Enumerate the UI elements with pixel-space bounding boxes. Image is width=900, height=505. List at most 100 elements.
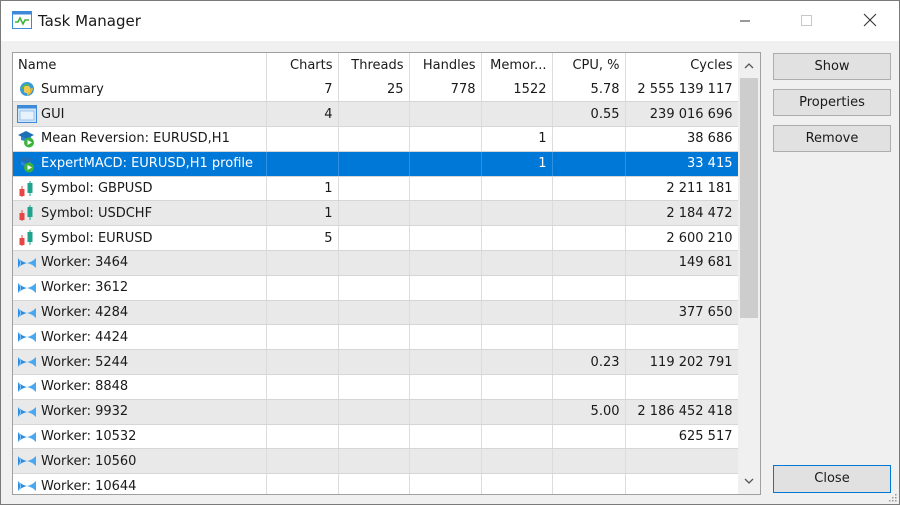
table-row[interactable]: Symbol: EURUSD 5 2 600 210 xyxy=(13,225,739,252)
properties-button[interactable]: Properties xyxy=(773,89,891,116)
cell-handles xyxy=(409,448,482,475)
cell-cpu xyxy=(552,324,626,351)
cell-cycles: 119 202 791 xyxy=(625,349,739,376)
remove-button[interactable]: Remove xyxy=(773,125,891,152)
column-header-threads[interactable]: Threads xyxy=(338,53,410,77)
cell-handles: 778 xyxy=(409,77,482,103)
task-table: Name Charts Threads Handles Memor... CPU… xyxy=(13,53,739,494)
cell-charts xyxy=(266,448,339,475)
scroll-down-button[interactable] xyxy=(738,470,760,492)
maximize-button[interactable] xyxy=(783,1,829,41)
table-row[interactable]: Worker: 3464 149 681 xyxy=(13,250,739,276)
cell-name: Symbol: USDCHF xyxy=(13,200,267,227)
cell-threads xyxy=(338,126,410,152)
table-row[interactable]: Worker: 8848 xyxy=(13,374,739,400)
window-title: Task Manager xyxy=(38,12,141,30)
row-name-label: Worker: 4424 xyxy=(41,329,129,345)
cell-memory xyxy=(481,250,553,276)
scrollbar-thumb[interactable] xyxy=(740,78,758,318)
row-name-label: Worker: 10560 xyxy=(41,453,137,469)
chevron-up-icon xyxy=(744,63,754,69)
cell-cpu: 0.55 xyxy=(552,101,626,128)
cell-name: Worker: 10644 xyxy=(13,473,267,494)
scroll-up-button[interactable] xyxy=(738,55,760,77)
cell-charts xyxy=(266,126,339,152)
cell-charts xyxy=(266,250,339,276)
close-window-button[interactable] xyxy=(847,1,893,41)
table-row[interactable]: GUI 4 0.55 239 016 696 xyxy=(13,101,739,128)
cell-charts xyxy=(266,473,339,494)
column-header-handles[interactable]: Handles xyxy=(409,53,482,77)
minimize-icon xyxy=(740,20,750,22)
cell-name: Worker: 8848 xyxy=(13,374,267,400)
column-header-cycles[interactable]: Cycles xyxy=(625,53,739,77)
cell-cpu xyxy=(552,176,626,202)
table-row[interactable]: Summary 7 25 778 1522 5.78 2 555 139 117 xyxy=(13,77,739,103)
candlestick-icon xyxy=(17,204,37,222)
cell-threads xyxy=(338,151,410,177)
table-row[interactable]: Worker: 9932 5.00 2 186 452 418 xyxy=(13,399,739,425)
table-row[interactable]: Symbol: USDCHF 1 2 184 472 xyxy=(13,200,739,227)
summary-icon xyxy=(17,80,37,98)
vertical-scrollbar[interactable] xyxy=(738,53,760,494)
close-button[interactable]: Close xyxy=(773,465,891,493)
name-wrapper: Worker: 4284 xyxy=(17,304,261,322)
show-button[interactable]: Show xyxy=(773,53,891,80)
row-name-label: Worker: 3464 xyxy=(41,255,129,271)
cell-handles xyxy=(409,176,482,202)
table-row[interactable]: Worker: 5244 0.23 119 202 791 xyxy=(13,349,739,376)
table-row[interactable]: Worker: 10560 xyxy=(13,448,739,475)
name-wrapper: Worker: 10532 xyxy=(17,428,261,446)
cell-name: Worker: 4424 xyxy=(13,324,267,351)
row-name-label: Symbol: EURUSD xyxy=(41,230,153,246)
cell-name: Worker: 10532 xyxy=(13,424,267,450)
cell-name: ExpertMACD: EURUSD,H1 profile xyxy=(13,151,267,177)
table-row[interactable]: Worker: 10644 xyxy=(13,473,739,494)
table-row[interactable]: Symbol: GBPUSD 1 2 211 181 xyxy=(13,176,739,202)
cell-threads xyxy=(338,176,410,202)
name-wrapper: Mean Reversion: EURUSD,H1 xyxy=(17,130,261,148)
cell-memory xyxy=(481,374,553,400)
cell-charts xyxy=(266,349,339,376)
cell-memory xyxy=(481,300,553,326)
row-name-label: Worker: 4284 xyxy=(41,305,129,321)
column-header-memory[interactable]: Memor... xyxy=(481,53,553,77)
cell-name: Summary xyxy=(13,77,267,103)
cell-memory xyxy=(481,176,553,202)
cell-memory: 1 xyxy=(481,151,553,177)
name-wrapper: Worker: 10644 xyxy=(17,477,261,494)
table-row[interactable]: Worker: 4424 xyxy=(13,324,739,351)
cell-cycles: 38 686 xyxy=(625,126,739,152)
table-row[interactable]: Mean Reversion: EURUSD,H1 1 38 686 xyxy=(13,126,739,152)
cell-handles xyxy=(409,126,482,152)
cell-cpu xyxy=(552,200,626,227)
table-row[interactable]: Worker: 10532 625 517 xyxy=(13,424,739,450)
cell-name: Worker: 5244 xyxy=(13,349,267,376)
cell-charts xyxy=(266,324,339,351)
column-header-name[interactable]: Name xyxy=(13,53,267,77)
cell-charts: 7 xyxy=(266,77,339,103)
cell-handles xyxy=(409,324,482,351)
table-row[interactable]: Worker: 3612 xyxy=(13,275,739,301)
cell-threads xyxy=(338,349,410,376)
expert-advisor-icon xyxy=(17,130,37,148)
name-wrapper: Summary xyxy=(17,80,261,98)
minimize-button[interactable] xyxy=(722,1,768,41)
cell-threads xyxy=(338,399,410,425)
cell-memory: 1522 xyxy=(481,77,553,103)
cell-handles xyxy=(409,275,482,301)
cell-cycles xyxy=(625,374,739,400)
worker-icon xyxy=(17,353,37,371)
worker-icon xyxy=(17,403,37,421)
column-header-cpu[interactable]: CPU, % xyxy=(552,53,626,77)
cell-memory: 1 xyxy=(481,126,553,152)
chevron-down-icon xyxy=(744,478,754,484)
table-row[interactable]: Worker: 4284 377 650 xyxy=(13,300,739,326)
resize-grip-icon[interactable] xyxy=(887,492,897,502)
cell-cpu: 5.78 xyxy=(552,77,626,103)
cell-threads xyxy=(338,424,410,450)
cell-cycles xyxy=(625,324,739,351)
name-wrapper: Worker: 9932 xyxy=(17,403,261,421)
column-header-charts[interactable]: Charts xyxy=(266,53,339,77)
table-row[interactable]: ExpertMACD: EURUSD,H1 profile 1 33 415 xyxy=(13,151,739,177)
